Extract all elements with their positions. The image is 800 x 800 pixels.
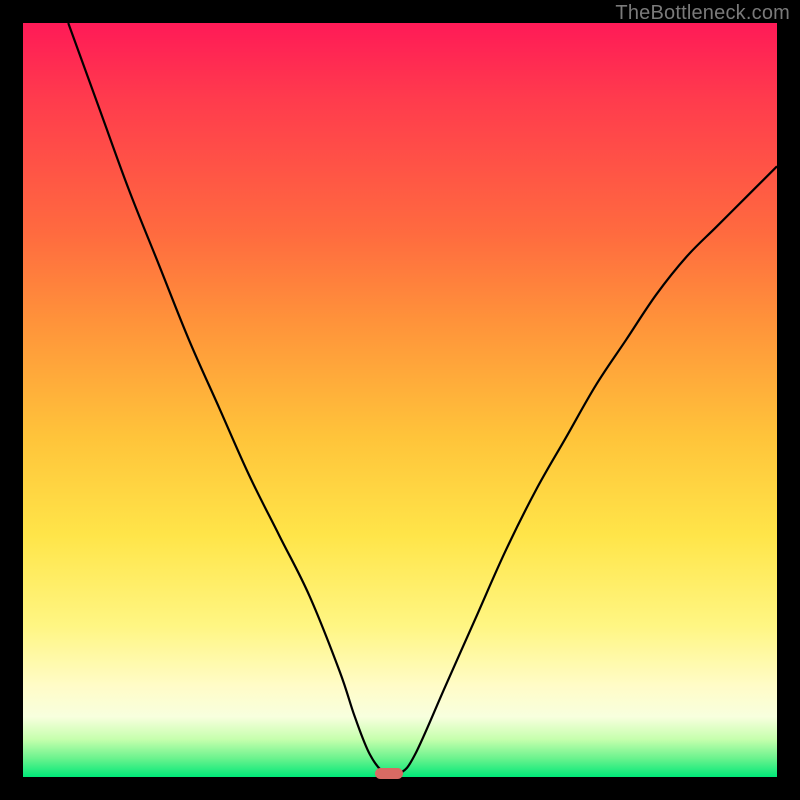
- watermark-text: TheBottleneck.com: [615, 2, 790, 25]
- chart-plot-area: [23, 23, 777, 777]
- optimal-marker: [375, 768, 403, 779]
- chart-frame: TheBottleneck.com: [0, 0, 800, 800]
